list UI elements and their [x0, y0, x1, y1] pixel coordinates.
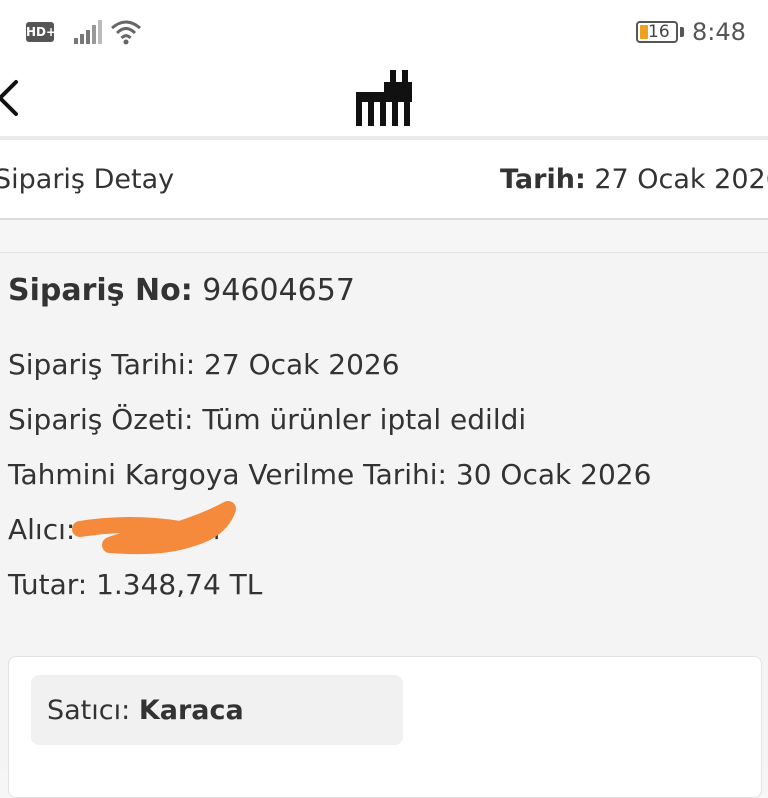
order-number: Sipariş No: 94604657 — [8, 273, 355, 308]
header-date: Tarih: 27 Ocak 2026 — [500, 164, 768, 195]
battery-icon: 16 — [636, 21, 678, 43]
status-bar: HD+ 16 8:48 — [0, 0, 768, 62]
order-detail-header: Sipariş Detay Tarih: 27 Ocak 2026 — [0, 140, 768, 220]
seller-info: Satıcı: Karaca — [47, 695, 244, 726]
signal-icon — [74, 20, 102, 44]
seller-box[interactable]: Satıcı: Karaca — [31, 675, 403, 745]
back-arrow-icon[interactable] — [0, 76, 26, 120]
order-number-value: 94604657 — [202, 273, 355, 308]
battery-level: 16 — [648, 22, 670, 42]
seller-card: Satıcı: Karaca — [8, 656, 762, 798]
recipient-label: Alıcı: — [8, 513, 76, 546]
date-label: Tarih: — [500, 164, 586, 195]
brand-logo-icon[interactable] — [354, 68, 414, 128]
order-summary: Sipariş Özeti: Tüm ürünler iptal edildi — [8, 403, 527, 436]
order-total: Tutar: 1.348,74 TL — [8, 568, 263, 601]
order-info-panel: Sipariş No: 94604657 Sipariş Tarihi: 27 … — [0, 252, 768, 798]
seller-name: Karaca — [138, 695, 244, 726]
battery-fill — [640, 25, 648, 39]
order-date: Sipariş Tarihi: 27 Ocak 2026 — [8, 348, 400, 381]
app-bar — [0, 62, 768, 136]
order-number-label: Sipariş No: — [8, 273, 193, 308]
clock: 8:48 — [692, 18, 746, 46]
page-title: Sipariş Detay — [0, 164, 175, 195]
battery-cap — [680, 27, 684, 37]
network-badge: HD+ — [26, 22, 56, 42]
wifi-icon — [111, 20, 141, 45]
seller-label: Satıcı: — [47, 695, 131, 726]
shipping-estimate: Tahmini Kargoya Verilme Tarihi: 30 Ocak … — [8, 458, 652, 491]
redaction-scribble — [72, 501, 236, 555]
date-value: 27 Ocak 2026 — [594, 164, 768, 195]
